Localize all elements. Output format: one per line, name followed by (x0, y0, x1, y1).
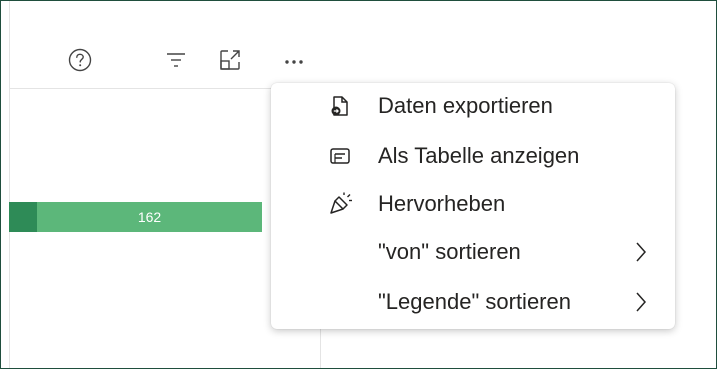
help-button[interactable] (65, 45, 95, 75)
export-data-icon (327, 93, 353, 119)
bar-segment[interactable]: 162 (37, 202, 262, 232)
menu-item-spotlight[interactable]: Hervorheben (271, 181, 675, 227)
menu-item-sort-by-legend[interactable]: "Legende" sortieren (271, 279, 675, 325)
divider (9, 88, 271, 89)
menu-item-label: Daten exportieren (378, 93, 553, 118)
visual-left-edge (1, 1, 10, 368)
more-options-button[interactable] (279, 45, 309, 75)
chevron-right-icon (631, 289, 651, 315)
more-options-icon (285, 60, 303, 64)
question-circle-icon (68, 48, 92, 72)
menu-item-sort-by-von[interactable]: "von" sortieren (271, 229, 675, 275)
filter-button[interactable] (161, 45, 191, 75)
focus-mode-icon (220, 50, 240, 70)
menu-item-export-data[interactable]: Daten exportieren (271, 83, 675, 129)
spotlight-icon (327, 191, 353, 217)
visual-container: 162 Daten exportieren Als Tabelle anzeig… (0, 0, 717, 369)
menu-item-label: Hervorheben (378, 191, 506, 216)
show-as-table-icon (327, 143, 353, 169)
focus-mode-button[interactable] (215, 45, 245, 75)
bar-data-label: 162 (137, 209, 162, 225)
bar-segment-dark[interactable] (9, 202, 37, 232)
menu-item-label: "Legende" sortieren (378, 289, 571, 314)
filter-icon (167, 53, 185, 67)
menu-item-label: Als Tabelle anzeigen (378, 143, 580, 168)
context-menu: Daten exportieren Als Tabelle anzeigen H… (271, 83, 675, 329)
menu-item-show-as-table[interactable]: Als Tabelle anzeigen (271, 133, 675, 179)
menu-item-label: "von" sortieren (378, 239, 521, 264)
chevron-right-icon (631, 239, 651, 265)
